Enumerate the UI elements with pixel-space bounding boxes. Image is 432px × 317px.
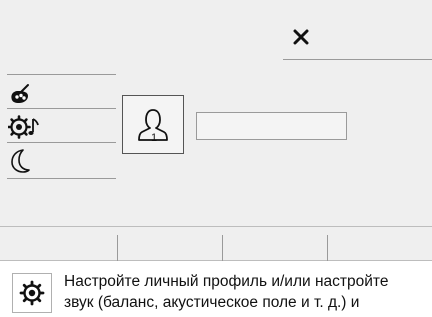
- profile-number: 1: [151, 132, 157, 143]
- profile-name-field[interactable]: [196, 112, 347, 140]
- header-divider: [283, 59, 432, 60]
- caption-panel: Настройте личный профиль и/или настройте…: [0, 261, 432, 317]
- caption-line-1: Настройте личный профиль и/или настройте: [64, 273, 389, 290]
- toolbar-slot-3[interactable]: [223, 227, 327, 261]
- caption-text: Настройте личный профиль и/или настройте…: [64, 271, 432, 313]
- audio-settings-screen: 1: [0, 0, 432, 261]
- toolbar-slot-2[interactable]: [118, 227, 222, 261]
- moon-icon: [11, 149, 30, 173]
- close-button[interactable]: [290, 26, 312, 48]
- profile-button[interactable]: 1: [122, 95, 184, 154]
- toolbar-slot-4[interactable]: [328, 227, 432, 261]
- profile-1-icon: 1: [138, 108, 168, 143]
- bottom-toolbar: [0, 226, 432, 261]
- gear-audio-icon: [8, 115, 39, 139]
- settings-gear-icon: [19, 280, 45, 306]
- sidebar-item-sound[interactable]: [8, 113, 116, 141]
- tone-adjust-icon: [11, 84, 29, 103]
- close-x-icon: [293, 29, 309, 45]
- toolbar-slot-1[interactable]: [0, 227, 117, 261]
- sidebar-divider: [7, 74, 116, 75]
- caption-line-2: звук (баланс, акустическое поле и т. д.)…: [64, 294, 360, 311]
- sidebar-divider: [7, 108, 116, 109]
- sidebar-divider: [7, 178, 116, 179]
- sidebar-item-night[interactable]: [8, 147, 116, 175]
- stage: 1 Настройте личный профиль и/или настрой…: [0, 0, 432, 317]
- caption-icon-box: [12, 273, 52, 313]
- sidebar-item-tone[interactable]: [8, 80, 116, 108]
- sidebar-divider: [7, 142, 116, 143]
